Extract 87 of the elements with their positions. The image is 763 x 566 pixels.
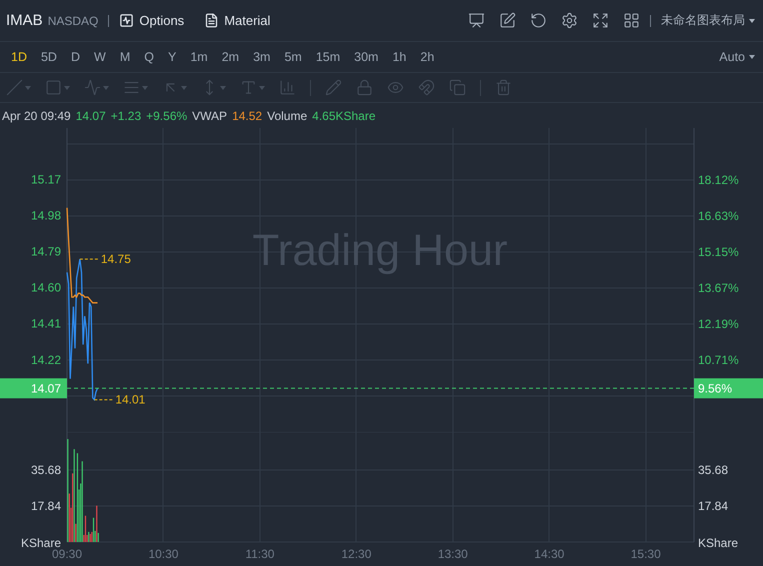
percent-axis-label: 10.71% xyxy=(698,353,739,367)
timeframe-tab[interactable]: 3m xyxy=(246,50,278,64)
time-axis-label: 10:30 xyxy=(148,547,178,561)
price-axis-label: 14.22 xyxy=(30,352,61,367)
timeframe-tab[interactable]: 5D xyxy=(34,50,64,64)
caret-icon xyxy=(181,86,187,90)
percent-axis-label: 18.12% xyxy=(698,173,739,187)
trash-icon xyxy=(495,79,512,96)
bar-chart-icon xyxy=(279,79,296,96)
price-text: 14.07 xyxy=(76,108,106,122)
volume-axis-label: 35.68 xyxy=(30,462,61,477)
fullscreen-icon[interactable] xyxy=(592,12,609,29)
time-axis-label: 14:30 xyxy=(534,547,564,561)
high-price-label: 14.75 xyxy=(79,252,131,266)
edit-icon[interactable] xyxy=(499,12,516,29)
vwap-value: 14.52 xyxy=(232,108,262,122)
volume-unit-label: KShare xyxy=(20,536,61,550)
timeframe-tab[interactable]: 1D xyxy=(4,50,34,64)
time-axis-label: 13:30 xyxy=(438,547,468,561)
time-text: Apr 20 09:49 xyxy=(2,108,71,122)
volume-axis-label: 17.84 xyxy=(698,499,728,513)
change-text: +1.23 xyxy=(110,108,142,122)
low-price-label: 14.01 xyxy=(94,392,146,407)
timeframe-tab[interactable]: 15m xyxy=(308,50,348,64)
timeframe-tab[interactable]: W xyxy=(87,50,113,64)
percent-axis-label: 15.15% xyxy=(698,245,739,259)
rectangle-tool-icon xyxy=(45,79,62,96)
last-price-tag: 14.07 xyxy=(0,378,67,398)
text-tool-icon xyxy=(240,79,257,96)
timeframe-tab[interactable]: 30m xyxy=(347,50,386,64)
settings-icon[interactable] xyxy=(561,12,578,29)
chart-doc-icon xyxy=(119,13,134,28)
caret-icon xyxy=(142,86,148,90)
price-axis-label: 14.98 xyxy=(30,208,61,222)
volume-label: Volume xyxy=(267,108,308,122)
caret-icon xyxy=(25,86,31,90)
document-icon xyxy=(204,13,220,28)
chart-screen-icon[interactable] xyxy=(468,12,485,29)
time-axis-label: 12:30 xyxy=(341,547,372,561)
line-tool-icon xyxy=(6,79,23,96)
magnet-icon xyxy=(418,79,435,96)
timeframe-tab[interactable]: 1h xyxy=(385,50,414,64)
lock-icon xyxy=(356,79,373,96)
vwap-label: VWAP xyxy=(192,108,228,122)
pencil-icon xyxy=(325,79,342,96)
price-axis-label: 14.41 xyxy=(30,316,61,331)
percent-axis-label: 13.67% xyxy=(698,281,739,295)
percent-axis-label: 12.19% xyxy=(698,317,739,331)
timeframe-tab[interactable]: Q xyxy=(137,50,161,64)
price-axis-label: 14.79 xyxy=(30,244,61,258)
price-axis-label: 14.60 xyxy=(30,280,61,295)
price-axis-label: 15.17 xyxy=(30,172,61,186)
material-button[interactable]: Material xyxy=(204,13,270,28)
caret-icon xyxy=(220,86,226,90)
caret-icon xyxy=(749,55,755,59)
timeframe-tab[interactable]: 2h xyxy=(413,50,442,64)
options-button[interactable]: Options xyxy=(119,13,184,28)
time-axis-label: 11:30 xyxy=(245,547,274,561)
volume-unit-label: KShare xyxy=(698,536,738,550)
change-percent-text: +9.56% xyxy=(146,108,188,122)
eye-icon xyxy=(387,79,404,96)
symbol-text: IMAB xyxy=(6,12,43,29)
time-axis-label: 15:30 xyxy=(630,547,661,561)
scale-dropdown[interactable]: Auto xyxy=(715,50,759,64)
volume-axis-label: 17.84 xyxy=(30,499,61,513)
volume-axis-label: 35.68 xyxy=(698,462,728,477)
grid-icon[interactable] xyxy=(623,12,640,29)
caret-icon xyxy=(749,18,755,22)
refresh-icon[interactable] xyxy=(530,12,547,29)
timeframe-tab[interactable]: D xyxy=(64,50,87,64)
timeframe-tab[interactable]: 1m xyxy=(183,50,215,64)
caret-icon xyxy=(103,86,109,90)
timeframe-tab[interactable]: 5m xyxy=(277,50,309,64)
layout-dropdown[interactable]: 未命名图表布局 xyxy=(661,12,755,29)
exchange-text: NASDAQ xyxy=(48,14,98,28)
pattern-tool-icon xyxy=(84,79,101,96)
copy-icon xyxy=(449,79,466,96)
timeframe-tab[interactable]: 2m xyxy=(214,50,246,64)
timeframe-tab[interactable]: M xyxy=(112,50,138,64)
percent-axis-label: 16.63% xyxy=(698,209,739,223)
last-percent-tag: 9.56% xyxy=(694,378,763,398)
time-axis-label: 09:30 xyxy=(52,547,82,561)
volume-value: 4.65KShare xyxy=(312,108,376,122)
timeframe-tab[interactable]: Y xyxy=(160,50,184,64)
lines-tool-icon xyxy=(123,79,140,96)
caret-icon xyxy=(64,86,70,90)
caret-icon xyxy=(259,86,265,90)
